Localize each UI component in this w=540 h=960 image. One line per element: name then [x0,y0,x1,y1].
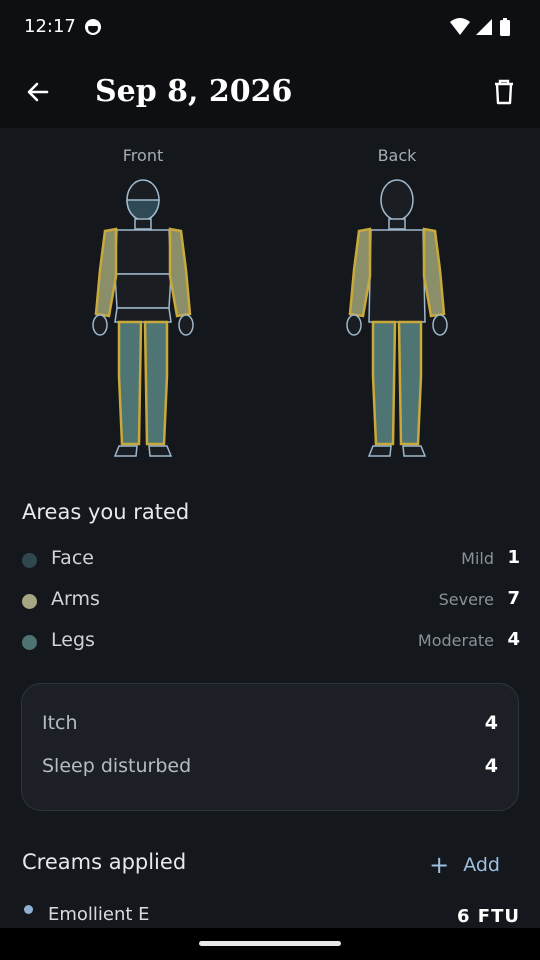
left-leg-back[interactable] [367,320,397,457]
trash-icon [495,79,513,105]
metric-row-sleep-disturbed[interactable]: Sleep disturbed 4 [42,755,498,785]
entry-content: Front Back Areas you rated Face Mild 1 A… [0,128,540,928]
areas-section-title: Areas you rated [22,500,190,524]
area-name: Arms [51,588,100,610]
area-name: Face [51,547,94,569]
area-row-face[interactable]: Face Mild 1 [22,545,520,575]
metrics-card[interactable]: Itch 4 Sleep disturbed 4 [21,683,519,811]
arrow-left-icon [27,82,49,102]
metric-row-itch[interactable]: Itch 4 [42,712,498,742]
right-arm-front[interactable] [168,227,194,336]
cream-row[interactable]: Emollient E 6 FTU [22,902,520,928]
metric-label: Itch [42,712,78,734]
left-leg-front[interactable] [113,320,143,457]
metric-value: 4 [484,755,498,777]
plus-icon: + [429,851,450,879]
torso-front[interactable] [114,229,172,323]
right-arm-back[interactable] [422,227,448,336]
area-severity: Moderate [417,631,494,650]
right-leg-back[interactable] [397,320,427,457]
torso-back[interactable] [368,229,426,323]
area-score: 7 [507,588,520,609]
front-body-figure[interactable] [83,176,203,461]
metric-label: Sleep disturbed [42,755,192,777]
area-score: 4 [507,629,520,650]
cream-name: Emollient E [48,904,150,925]
status-icons [450,18,510,36]
delete-button[interactable] [484,72,524,112]
area-severity: Mild [461,549,494,568]
app-notification-icon [85,19,101,35]
creams-section-title: Creams applied [22,850,187,874]
status-time: 12:17 [24,16,76,37]
app-bar: Sep 8, 2026 [0,56,540,128]
cream-amount: 6 FTU [457,906,520,927]
head-back[interactable] [380,179,414,221]
area-name: Legs [51,629,95,651]
battery-icon [500,18,510,36]
area-score: 1 [507,547,520,568]
area-color-dot [22,553,37,568]
right-leg-front[interactable] [143,320,173,457]
metric-value: 4 [484,712,498,734]
home-indicator[interactable] [199,941,341,946]
back-body-figure[interactable] [337,176,457,461]
left-arm-back[interactable] [346,227,372,336]
area-color-dot [22,594,37,609]
add-cream-label: Add [463,854,500,876]
head-front[interactable] [126,179,160,221]
status-bar: 12:17 [0,0,540,56]
left-arm-front[interactable] [92,227,118,336]
area-row-legs[interactable]: Legs Moderate 4 [22,627,520,657]
area-row-arms[interactable]: Arms Severe 7 [22,586,520,616]
signal-icon [476,19,492,35]
area-severity: Severe [438,590,494,609]
cream-color-dot [24,905,33,914]
system-nav-bar [0,928,540,960]
back-label: Back [377,146,417,165]
page-title: Sep 8, 2026 [95,74,293,109]
wifi-icon [450,18,470,35]
neck-back[interactable] [388,218,406,230]
front-label: Front [122,146,164,165]
add-cream-button[interactable]: + Add [429,850,500,880]
back-button[interactable] [18,72,58,112]
neck-front[interactable] [134,218,152,230]
area-color-dot [22,635,37,650]
